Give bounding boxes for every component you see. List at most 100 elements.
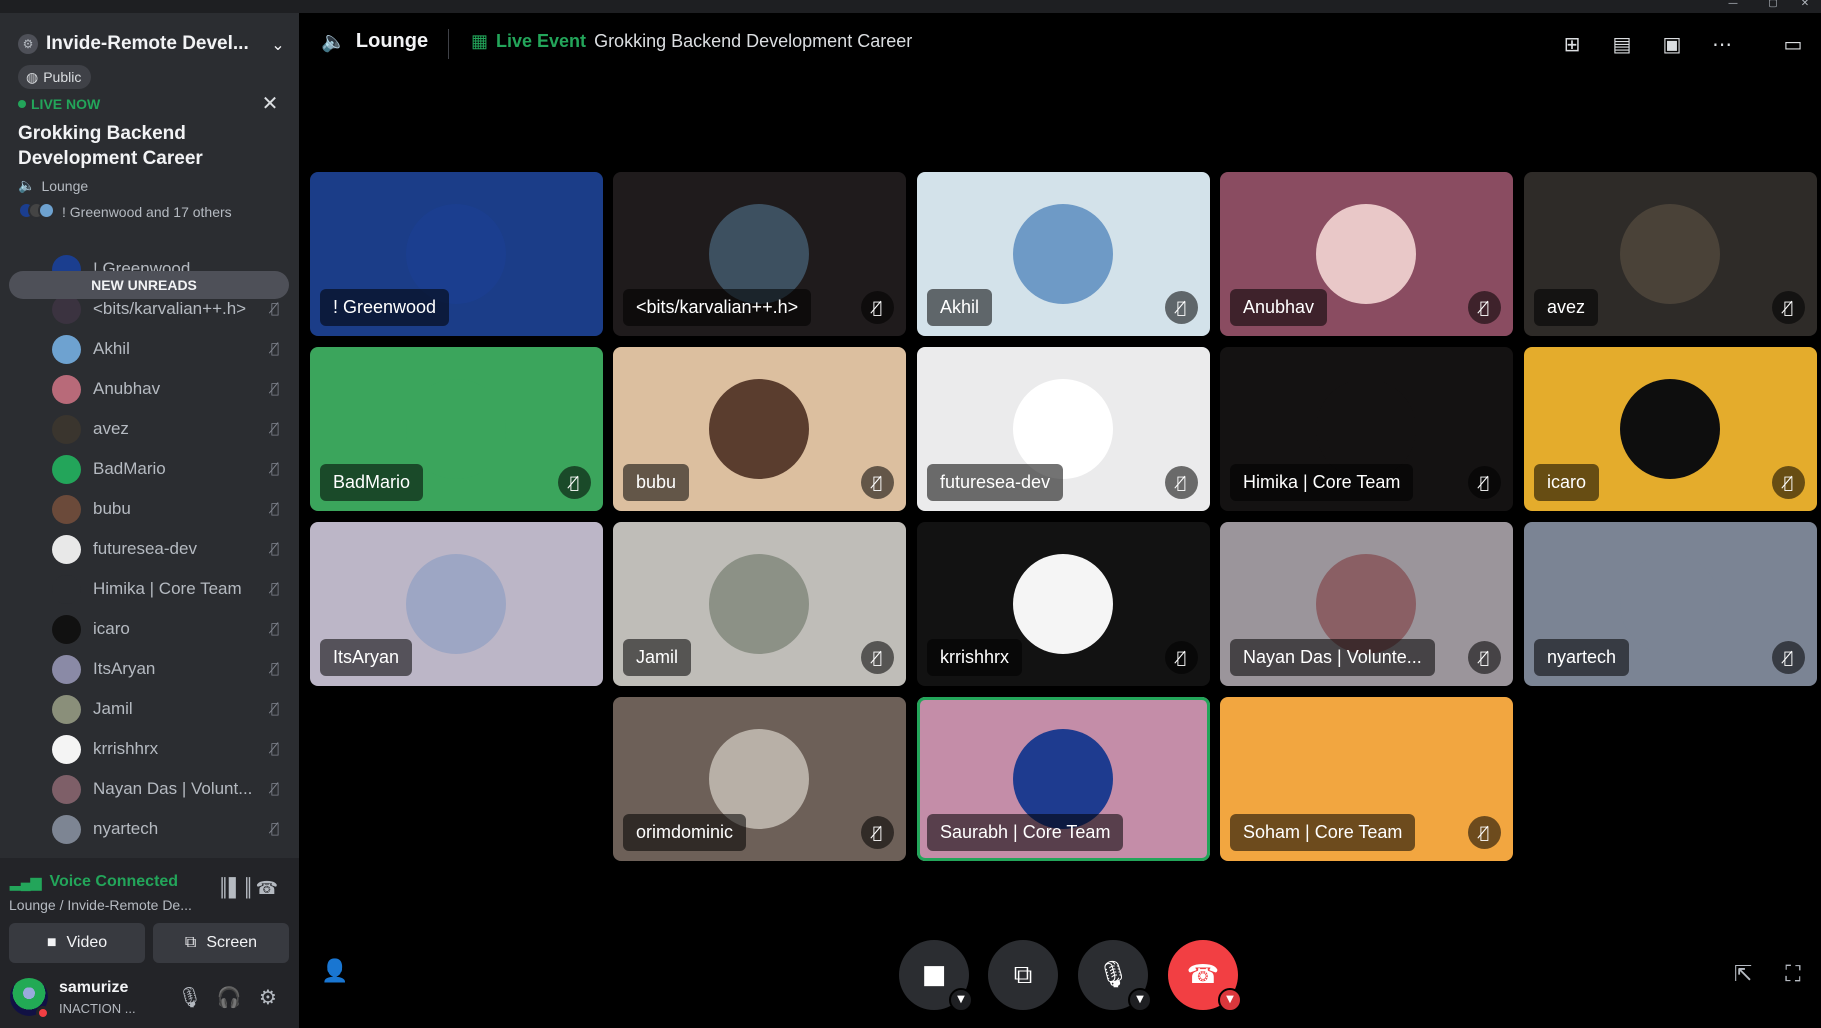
voice-user-row[interactable]: futuresea-dev 🎙̸ (52, 531, 284, 567)
add-activity-icon[interactable]: ⊞ (1556, 29, 1588, 59)
mic-muted-icon: 🎙̸ (861, 466, 894, 499)
video-camera-icon: ■ (46, 934, 57, 951)
voice-user-row[interactable]: krrishhrx 🎙̸ (52, 731, 284, 767)
voice-user-row[interactable]: avez 🎙̸ (52, 411, 284, 447)
voice-user-name: nyartech (93, 819, 159, 838)
chevron-down-icon[interactable]: ▼ (1218, 988, 1242, 1012)
participant-tile[interactable]: <bits/karvalian++.h> 🎙̸ (613, 172, 906, 336)
voice-user-row[interactable]: bubu 🎙̸ (52, 491, 284, 527)
participant-name: avez (1534, 289, 1599, 326)
event-attendees[interactable]: ! Greenwood and 17 others (18, 202, 232, 222)
participant-tile[interactable]: bubu 🎙̸ (613, 347, 906, 511)
fullscreen-icon[interactable]: ⛶ (1776, 958, 1810, 992)
avatar (406, 554, 506, 654)
voice-user-row[interactable]: Akhil 🎙̸ (52, 331, 284, 367)
speaker-icon: 🔈 (321, 31, 346, 53)
participant-tile[interactable]: orimdominic 🎙̸ (613, 697, 906, 861)
more-options-icon[interactable]: ⋯ (1706, 29, 1738, 59)
disconnect-icon[interactable]: ☎ (254, 878, 280, 904)
voice-user-name: futuresea-dev (93, 539, 197, 558)
avatar (52, 814, 81, 844)
microphone-icon: 🎙 (1096, 960, 1130, 990)
participant-tile[interactable]: avez 🎙̸ (1524, 172, 1817, 336)
participant-tile[interactable]: futuresea-dev 🎙̸ (917, 347, 1210, 511)
popout-icon[interactable]: ⇱ (1726, 958, 1760, 992)
voice-connected-status[interactable]: ▂▄▆ Voice Connected (10, 873, 178, 891)
voice-user-row[interactable]: ItsAryan 🎙̸ (52, 651, 284, 687)
window-titlebar: — ▢ ✕ (0, 0, 1821, 13)
leave-call-button[interactable]: ☎ ▼ (1168, 940, 1242, 1012)
voice-user-row[interactable]: Anubhav 🎙̸ (52, 371, 284, 407)
chat-icon[interactable]: ▭ (1777, 29, 1809, 59)
invite-user-icon[interactable]: 👤 (318, 955, 352, 989)
avatar (52, 654, 81, 684)
header-divider (448, 29, 449, 59)
public-label: Public (43, 69, 82, 85)
close-window-icon[interactable]: ✕ (1798, 0, 1812, 10)
gear-icon[interactable]: ⚙ (253, 982, 283, 1012)
voice-user-row[interactable]: nyartech 🎙̸ (52, 811, 284, 847)
avatar (1013, 204, 1113, 304)
new-unreads-banner[interactable]: NEW UNREADS (9, 271, 289, 299)
voice-user-row[interactable]: Nayan Das | Volunt... 🎙̸ (52, 771, 284, 807)
maximize-icon[interactable]: ▢ (1766, 0, 1780, 10)
chevron-down-icon[interactable]: ▼ (1128, 988, 1152, 1012)
participant-name: Anubhav (1230, 289, 1328, 326)
screen-share-control[interactable]: ⧉ (988, 940, 1058, 1010)
voice-user-row[interactable]: Jamil 🎙̸ (52, 691, 284, 727)
channel-name: Lounge (355, 30, 429, 52)
voice-user-row[interactable]: Himika | Core Team 🎙̸ (52, 571, 284, 607)
speaker-icon: 🔈 (18, 177, 36, 193)
mic-muted-icon: 🎙̸ (270, 501, 280, 517)
camera-button[interactable]: ■ ▼ (899, 940, 973, 1012)
participant-tile[interactable]: Himika | Core Team 🎙̸ (1220, 347, 1513, 511)
microphone-icon[interactable]: 🎙 (175, 982, 205, 1012)
participant-tile[interactable]: BadMario 🎙̸ (310, 347, 603, 511)
server-header[interactable]: ⚙ Invide-Remote Devel... ⌄ (18, 29, 288, 59)
voice-user-name: Akhil (93, 339, 130, 358)
participant-tile[interactable]: Soham | Core Team 🎙̸ (1220, 697, 1513, 861)
mic-muted-icon: 🎙̸ (270, 741, 280, 757)
chevron-down-icon[interactable]: ⌄ (268, 35, 288, 54)
event-title[interactable]: Grokking Backend Development Career (18, 121, 268, 171)
live-event-label: Live Event (496, 31, 587, 51)
signal-bars-icon: ▂▄▆ (10, 873, 42, 890)
microphone-button[interactable]: 🎙 ▼ (1078, 940, 1152, 1012)
mic-muted-icon: 🎙̸ (270, 461, 280, 477)
live-event-info[interactable]: ▦ Live Event Grokking Backend Developmen… (471, 31, 912, 52)
participant-tile[interactable]: icaro 🎙̸ (1524, 347, 1817, 511)
live-now-label: LIVE NOW (31, 96, 101, 112)
noise-suppression-icon[interactable]: ║▌║ (218, 878, 254, 904)
minimize-icon[interactable]: — (1726, 0, 1740, 10)
avatar (52, 614, 81, 644)
participant-tile[interactable]: krrishhrx 🎙̸ (917, 522, 1210, 686)
screen-share-icon: ⧉ (1013, 960, 1033, 990)
close-event-icon[interactable]: ✕ (258, 91, 282, 115)
grid-layout-icon[interactable]: ▤ (1606, 29, 1638, 59)
avatar (52, 334, 81, 364)
voice-user-name: avez (93, 419, 129, 438)
voice-user-name: Nayan Das | Volunt... (93, 779, 253, 798)
live-dot-icon (18, 100, 26, 108)
headphones-icon[interactable]: 🎧 (214, 982, 244, 1012)
voice-channel-path[interactable]: Lounge / Invide-Remote De... (9, 897, 199, 913)
video-button[interactable]: ■ Video (9, 923, 145, 963)
screen-share-button[interactable]: ⧉ Screen (153, 923, 289, 963)
participant-tile[interactable]: ! Greenwood (310, 172, 603, 336)
self-username[interactable]: samurize (59, 979, 128, 997)
participant-tile[interactable]: nyartech 🎙̸ (1524, 522, 1817, 686)
participant-tile[interactable]: ItsAryan (310, 522, 603, 686)
participant-tile[interactable]: Akhil 🎙̸ (917, 172, 1210, 336)
participant-tile[interactable]: Nayan Das | Volunte... 🎙̸ (1220, 522, 1513, 686)
voice-user-row[interactable]: icaro 🎙̸ (52, 611, 284, 647)
public-badge: ◍ Public (18, 65, 92, 89)
avatar (1620, 379, 1720, 479)
voice-user-row[interactable]: BadMario 🎙̸ (52, 451, 284, 487)
chevron-down-icon[interactable]: ▼ (949, 988, 973, 1012)
participant-tile[interactable]: Saurabh | Core Team (917, 697, 1210, 861)
participant-tile[interactable]: Anubhav 🎙̸ (1220, 172, 1513, 336)
participant-name: orimdominic (623, 814, 747, 851)
participant-tile[interactable]: Jamil 🎙̸ (613, 522, 906, 686)
popout-layout-icon[interactable]: ▣ (1656, 29, 1688, 59)
avatar (52, 494, 81, 524)
